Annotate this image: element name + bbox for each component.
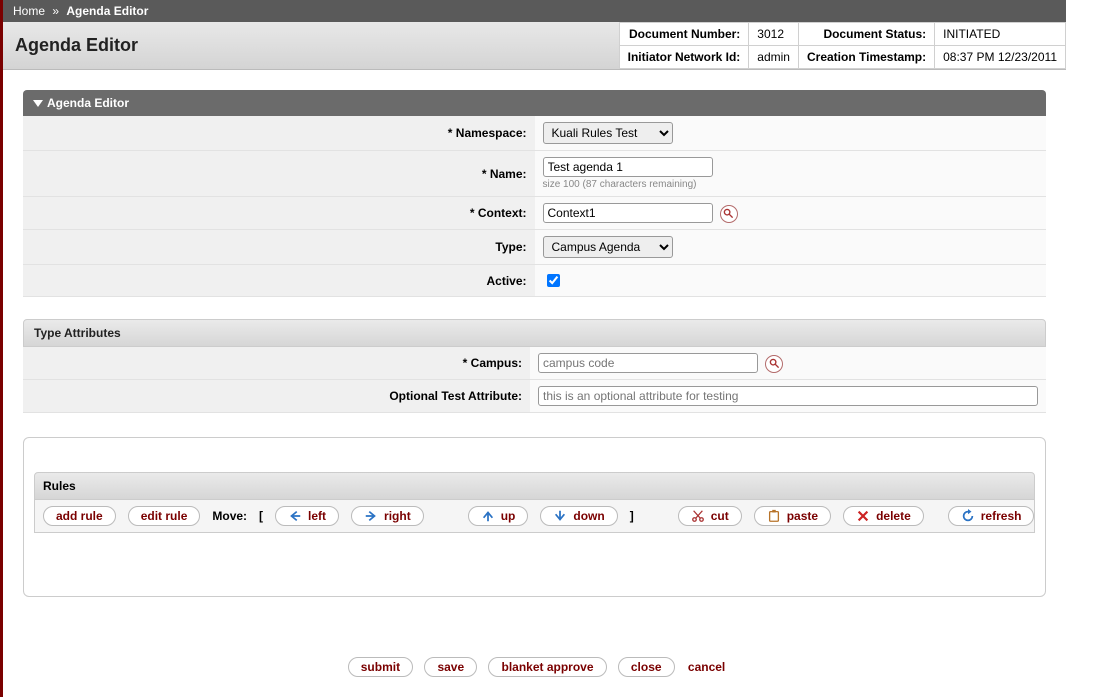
breadcrumb-current: Agenda Editor	[66, 4, 148, 18]
arrow-down-icon	[553, 509, 567, 523]
cut-label: cut	[711, 509, 729, 523]
active-label: Active:	[23, 265, 535, 297]
chevron-down-icon	[33, 100, 43, 107]
header: Agenda Editor Document Number: 3012 Docu…	[3, 22, 1066, 70]
cut-icon	[691, 509, 705, 523]
campus-input[interactable]	[538, 353, 758, 373]
breadcrumb-home-link[interactable]: Home	[13, 4, 45, 18]
close-button[interactable]: close	[618, 657, 675, 677]
page-wrap: Home » Agenda Editor Agenda Editor Docum…	[0, 0, 1066, 697]
move-label: Move:	[212, 509, 247, 523]
initiator-value: admin	[749, 46, 799, 69]
section-type-attributes-header: Type Attributes	[23, 319, 1046, 347]
bracket-open: [	[259, 509, 263, 523]
type-attributes-form: * Campus: Optional Test Attribute:	[23, 347, 1046, 413]
breadcrumb: Home » Agenda Editor	[3, 0, 1066, 22]
move-left-button[interactable]: left	[275, 506, 339, 526]
rules-header: Rules	[34, 472, 1035, 500]
save-button[interactable]: save	[424, 657, 477, 677]
active-checkbox[interactable]	[547, 274, 560, 287]
search-icon[interactable]	[720, 205, 738, 223]
rules-panel: Rules add rule edit rule Move: [ left ri…	[23, 437, 1046, 597]
search-icon[interactable]	[765, 355, 783, 373]
move-right-button[interactable]: right	[351, 506, 424, 526]
doc-status-label: Document Status:	[798, 23, 934, 46]
cut-button[interactable]: cut	[678, 506, 742, 526]
move-right-label: right	[384, 509, 411, 523]
initiator-label: Initiator Network Id:	[619, 46, 749, 69]
refresh-button[interactable]: refresh	[948, 506, 1035, 526]
doc-number-value: 3012	[749, 23, 799, 46]
doc-info: Document Number: 3012 Document Status: I…	[619, 22, 1066, 69]
section-agenda-editor-title: Agenda Editor	[47, 96, 129, 110]
rules-toolbar: add rule edit rule Move: [ left right up	[34, 500, 1035, 533]
section-agenda-editor-header[interactable]: Agenda Editor	[23, 90, 1046, 116]
arrow-right-icon	[364, 509, 378, 523]
move-down-button[interactable]: down	[540, 506, 617, 526]
refresh-label: refresh	[981, 509, 1022, 523]
add-rule-button[interactable]: add rule	[43, 506, 116, 526]
name-label: * Name:	[23, 151, 535, 197]
paste-button[interactable]: paste	[754, 506, 831, 526]
campus-label: * Campus:	[23, 347, 530, 380]
edit-rule-button[interactable]: edit rule	[128, 506, 201, 526]
context-input[interactable]	[543, 203, 713, 223]
timestamp-label: Creation Timestamp:	[798, 46, 934, 69]
move-left-label: left	[308, 509, 326, 523]
move-up-label: up	[501, 509, 516, 523]
type-select[interactable]: Campus Agenda	[543, 236, 673, 258]
context-label: * Context:	[23, 197, 535, 230]
arrow-left-icon	[288, 509, 302, 523]
refresh-icon	[961, 509, 975, 523]
doc-number-label: Document Number:	[619, 23, 749, 46]
arrow-up-icon	[481, 509, 495, 523]
bracket-close: ]	[630, 509, 634, 523]
name-hint: size 100 (87 characters remaining)	[543, 179, 1039, 190]
namespace-label: * Namespace:	[23, 116, 535, 151]
agenda-editor-form: * Namespace: Kuali Rules Test * Name: si…	[23, 116, 1046, 297]
opt-attr-label: Optional Test Attribute:	[23, 380, 530, 413]
move-up-button[interactable]: up	[468, 506, 529, 526]
submit-button[interactable]: submit	[348, 657, 413, 677]
blanket-approve-button[interactable]: blanket approve	[488, 657, 606, 677]
paste-icon	[767, 509, 781, 523]
delete-icon	[856, 509, 870, 523]
timestamp-value: 08:37 PM 12/23/2011	[935, 46, 1066, 69]
content: Agenda Editor * Namespace: Kuali Rules T…	[3, 70, 1066, 617]
delete-button[interactable]: delete	[843, 506, 924, 526]
move-down-label: down	[573, 509, 604, 523]
cancel-link[interactable]: cancel	[688, 660, 725, 674]
breadcrumb-sep: »	[52, 4, 59, 18]
paste-label: paste	[787, 509, 818, 523]
type-label: Type:	[23, 230, 535, 265]
delete-label: delete	[876, 509, 911, 523]
page-title: Agenda Editor	[3, 22, 619, 69]
opt-attr-input[interactable]	[538, 386, 1038, 406]
namespace-select[interactable]: Kuali Rules Test	[543, 122, 673, 144]
footer-actions: submit save blanket approve close cancel	[3, 617, 1066, 697]
name-input[interactable]	[543, 157, 713, 177]
doc-status-value: INITIATED	[935, 23, 1066, 46]
